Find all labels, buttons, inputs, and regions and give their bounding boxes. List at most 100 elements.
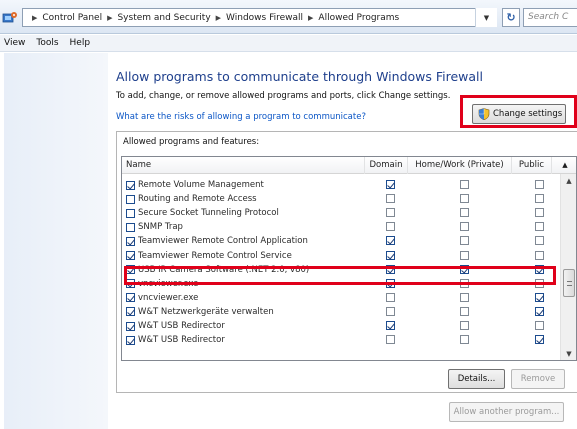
public-checkbox[interactable]	[535, 306, 544, 316]
scrollbar-thumb[interactable]	[563, 269, 575, 297]
domain-checkbox[interactable]	[386, 180, 395, 189]
program-enabled-checkbox[interactable]	[126, 335, 135, 345]
domain-checkbox[interactable]	[386, 292, 395, 302]
table-row[interactable]: W&T USB Redirector	[122, 319, 552, 333]
menu-help[interactable]: Help	[70, 38, 91, 48]
programs-list[interactable]: Name Domain Home/Work (Private) Public ▲…	[121, 156, 577, 361]
program-name-cell: W&T USB Redirector	[126, 319, 225, 333]
table-row[interactable]: Remote Volume Management	[122, 178, 552, 192]
home-work-checkbox[interactable]	[460, 306, 469, 316]
table-row[interactable]: W&T Netzwerkgeräte verwalten	[122, 305, 552, 319]
page-description: To add, change, or remove allowed progra…	[116, 91, 451, 101]
domain-checkbox[interactable]	[386, 335, 395, 345]
public-checkbox[interactable]	[535, 194, 544, 204]
selected-row-highlight	[124, 266, 556, 285]
program-name: Teamviewer Remote Control Service	[138, 250, 292, 261]
home-work-checkbox[interactable]	[460, 208, 469, 218]
program-enabled-checkbox[interactable]	[126, 307, 135, 317]
program-name-cell: Teamviewer Remote Control Service	[126, 249, 292, 263]
program-name-cell: Routing and Remote Access	[126, 192, 257, 206]
scroll-down-icon[interactable]: ▼	[561, 347, 576, 360]
program-enabled-checkbox[interactable]	[126, 194, 135, 204]
public-checkbox[interactable]	[535, 250, 544, 260]
program-name: Teamviewer Remote Control Application	[138, 236, 308, 247]
program-enabled-checkbox[interactable]	[126, 236, 135, 246]
home-work-checkbox[interactable]	[460, 222, 469, 232]
uac-shield-icon	[478, 108, 490, 120]
details-button[interactable]: Details...	[448, 369, 505, 389]
menu-view[interactable]: View	[4, 38, 25, 48]
menu-bar: View Tools Help	[0, 35, 577, 52]
group-label: Allowed programs and features:	[123, 137, 260, 147]
change-settings-label: Change settings	[493, 109, 563, 119]
public-checkbox[interactable]	[535, 236, 544, 246]
refresh-icon[interactable]: ↻	[502, 8, 520, 27]
breadcrumb-chevron-icon: ▶	[215, 13, 222, 22]
page-title: Allow programs to communicate through Wi…	[116, 69, 483, 84]
domain-checkbox[interactable]	[386, 321, 395, 330]
program-enabled-checkbox[interactable]	[126, 251, 135, 260]
change-settings-button[interactable]: Change settings	[472, 104, 566, 124]
domain-checkbox[interactable]	[386, 222, 395, 232]
public-checkbox[interactable]	[535, 321, 544, 330]
program-name: Secure Socket Tunneling Protocol	[138, 208, 279, 219]
control-panel-icon	[2, 12, 17, 23]
program-name: Remote Volume Management	[138, 180, 264, 190]
program-enabled-checkbox[interactable]	[126, 180, 135, 190]
public-checkbox[interactable]	[535, 208, 544, 218]
breadcrumb-chevron-icon: ▶	[107, 13, 113, 22]
program-name-cell: SNMP Trap	[126, 220, 183, 234]
program-name: W&T USB Redirector	[138, 321, 225, 331]
sort-chevron-up-icon: ▲	[562, 161, 568, 169]
program-name-cell: Secure Socket Tunneling Protocol	[126, 206, 279, 220]
table-row[interactable]: W&T USB Redirector	[122, 333, 552, 347]
home-work-checkbox[interactable]	[460, 250, 469, 260]
public-checkbox[interactable]	[535, 335, 544, 345]
breadcrumb-control-panel[interactable]: Control Panel	[42, 13, 102, 23]
address-dropdown-icon[interactable]: ▼	[475, 8, 497, 27]
program-enabled-checkbox[interactable]	[126, 222, 135, 232]
home-work-checkbox[interactable]	[460, 335, 469, 345]
breadcrumb-allowed-programs[interactable]: Allowed Programs	[318, 13, 399, 23]
domain-checkbox[interactable]	[386, 194, 395, 204]
scroll-up-icon[interactable]: ▲	[561, 174, 576, 188]
program-name-cell: Remote Volume Management	[126, 178, 264, 192]
table-row[interactable]: Teamviewer Remote Control Application	[122, 234, 552, 248]
address-field[interactable]: ▶ Control Panel ▶ System and Security ▶ …	[22, 8, 497, 27]
program-enabled-checkbox[interactable]	[126, 321, 135, 331]
table-row[interactable]: SNMP Trap	[122, 220, 552, 234]
table-row[interactable]: Secure Socket Tunneling Protocol	[122, 206, 552, 220]
breadcrumb-system-security[interactable]: System and Security	[117, 13, 210, 23]
domain-checkbox[interactable]	[386, 250, 395, 260]
public-checkbox[interactable]	[535, 180, 544, 189]
left-pane-edge	[0, 53, 4, 429]
risks-link[interactable]: What are the risks of allowing a program…	[116, 112, 366, 122]
remove-button[interactable]: Remove	[511, 369, 565, 389]
column-header-home-work[interactable]: Home/Work (Private)	[408, 157, 512, 174]
allow-another-program-button[interactable]: Allow another program...	[449, 402, 564, 422]
domain-checkbox[interactable]	[386, 236, 395, 246]
home-work-checkbox[interactable]	[460, 321, 469, 330]
home-work-checkbox[interactable]	[460, 194, 469, 204]
home-work-checkbox[interactable]	[460, 292, 469, 302]
domain-checkbox[interactable]	[386, 208, 395, 218]
column-header-domain[interactable]: Domain	[365, 157, 408, 174]
program-enabled-checkbox[interactable]	[126, 293, 135, 303]
home-work-checkbox[interactable]	[460, 180, 469, 189]
program-name: W&T USB Redirector	[138, 335, 225, 346]
search-input[interactable]: Search C	[523, 8, 577, 27]
breadcrumb-windows-firewall[interactable]: Windows Firewall	[226, 13, 303, 23]
table-row[interactable]: Teamviewer Remote Control Service	[122, 249, 552, 263]
domain-checkbox[interactable]	[386, 306, 395, 316]
program-enabled-checkbox[interactable]	[126, 208, 135, 218]
column-header-name[interactable]: Name	[122, 157, 365, 174]
menu-tools[interactable]: Tools	[36, 38, 58, 48]
public-checkbox[interactable]	[535, 222, 544, 232]
program-name-cell: vncviewer.exe	[126, 291, 198, 305]
column-header-public[interactable]: Public	[512, 157, 552, 174]
home-work-checkbox[interactable]	[460, 236, 469, 246]
vertical-scrollbar[interactable]: ▲ ▼	[560, 174, 576, 360]
table-row[interactable]: vncviewer.exe	[122, 291, 552, 305]
table-row[interactable]: Routing and Remote Access	[122, 192, 552, 206]
public-checkbox[interactable]	[535, 292, 544, 302]
